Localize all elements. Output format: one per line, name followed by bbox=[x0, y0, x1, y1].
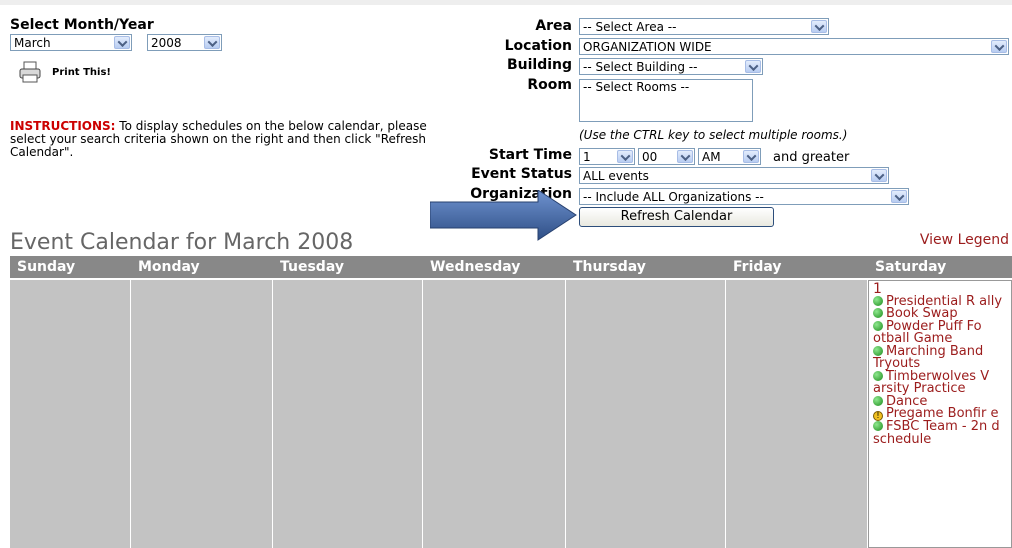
calendar-cell-empty bbox=[10, 280, 131, 548]
event-status-value: ALL events bbox=[583, 169, 649, 183]
room-listbox[interactable]: -- Select Rooms -- bbox=[579, 79, 753, 122]
calendar-cell-empty bbox=[131, 280, 273, 548]
day-header-monday: Monday bbox=[131, 256, 273, 278]
and-greater-text: and greater bbox=[773, 150, 850, 165]
printer-icon[interactable] bbox=[18, 60, 42, 84]
day-header-saturday: Saturday bbox=[868, 256, 1012, 278]
ampm-select[interactable]: AM bbox=[698, 148, 761, 165]
minute-value: 00 bbox=[642, 150, 658, 164]
room-value[interactable]: -- Select Rooms -- bbox=[583, 80, 689, 94]
room-label: Room bbox=[527, 77, 572, 93]
chevron-down-icon bbox=[991, 40, 1007, 53]
chevron-down-icon bbox=[677, 150, 693, 163]
refresh-calendar-button[interactable]: Refresh Calendar bbox=[579, 207, 774, 227]
calendar-cell-empty bbox=[726, 280, 868, 548]
event-text[interactable]: Timberwolves V arsity Practice bbox=[873, 369, 989, 397]
event-text[interactable]: Powder Puff Fo otball Game bbox=[873, 319, 982, 347]
chevron-down-icon bbox=[891, 190, 907, 203]
start-time-label: Start Time bbox=[488, 147, 572, 163]
area-label: Area bbox=[535, 18, 572, 34]
day-header-thursday: Thursday bbox=[566, 256, 726, 278]
month-year-label: Select Month/Year bbox=[10, 17, 154, 33]
month-select[interactable]: March bbox=[10, 34, 132, 51]
status-dot-icon bbox=[873, 345, 883, 356]
minute-select[interactable]: 00 bbox=[638, 148, 695, 165]
day-header-sunday: Sunday bbox=[10, 256, 131, 278]
location-select[interactable]: ORGANIZATION WIDE bbox=[579, 38, 1009, 55]
instructions: INSTRUCTIONS: To display schedules on th… bbox=[10, 120, 455, 159]
ampm-value: AM bbox=[702, 150, 721, 164]
hour-value: 1 bbox=[583, 150, 591, 164]
calendar-cell-empty bbox=[273, 280, 423, 548]
organization-value: -- Include ALL Organizations -- bbox=[583, 190, 764, 204]
chevron-down-icon bbox=[811, 20, 827, 33]
building-select[interactable]: -- Select Building -- bbox=[579, 58, 763, 75]
organization-select[interactable]: -- Include ALL Organizations -- bbox=[579, 188, 909, 205]
year-select[interactable]: 2008 bbox=[147, 34, 222, 51]
warning-icon: ! bbox=[873, 411, 883, 421]
event-text[interactable]: FSBC Team - 2n d schedule bbox=[873, 419, 1000, 447]
event-link[interactable]: Marching Band Tryouts bbox=[873, 344, 1007, 372]
top-divider bbox=[0, 0, 1012, 5]
status-dot-icon bbox=[873, 295, 883, 306]
room-hint: (Use the CTRL key to select multiple roo… bbox=[579, 128, 848, 142]
building-value: -- Select Building -- bbox=[583, 60, 698, 74]
day-header-tuesday: Tuesday bbox=[273, 256, 423, 278]
event-status-select[interactable]: ALL events bbox=[579, 167, 889, 184]
status-dot-icon bbox=[873, 308, 883, 318]
calendar-title: Event Calendar for March 2008 bbox=[10, 230, 354, 255]
area-value: -- Select Area -- bbox=[583, 20, 677, 34]
chevron-down-icon bbox=[871, 169, 887, 182]
event-status-label: Event Status bbox=[471, 166, 572, 182]
status-dot-icon bbox=[873, 320, 883, 331]
event-link[interactable]: Timberwolves V arsity Practice bbox=[873, 369, 1007, 397]
location-value: ORGANIZATION WIDE bbox=[583, 40, 712, 54]
arrow-icon bbox=[430, 190, 577, 241]
day-header-wednesday: Wednesday bbox=[423, 256, 566, 278]
status-dot-icon bbox=[873, 370, 883, 381]
event-text[interactable]: Marching Band Tryouts bbox=[873, 344, 983, 372]
month-value: March bbox=[14, 36, 51, 50]
view-legend-link[interactable]: View Legend bbox=[920, 232, 1009, 248]
status-dot-icon bbox=[873, 395, 883, 406]
chevron-down-icon bbox=[745, 60, 761, 73]
hour-select[interactable]: 1 bbox=[579, 148, 635, 165]
print-link[interactable]: Print This! bbox=[52, 67, 111, 78]
calendar-cell-empty bbox=[566, 280, 726, 548]
year-value: 2008 bbox=[151, 36, 182, 50]
chevron-down-icon bbox=[617, 150, 633, 163]
chevron-down-icon bbox=[743, 150, 759, 163]
building-label: Building bbox=[506, 57, 572, 73]
area-select[interactable]: -- Select Area -- bbox=[579, 18, 829, 35]
calendar-cell-empty bbox=[423, 280, 566, 548]
event-link[interactable]: FSBC Team - 2n d schedule bbox=[873, 419, 1007, 447]
status-dot-icon bbox=[873, 421, 883, 431]
location-label: Location bbox=[504, 38, 572, 54]
chevron-down-icon bbox=[204, 36, 220, 49]
day-header-friday: Friday bbox=[726, 256, 868, 278]
instructions-prefix: INSTRUCTIONS: bbox=[10, 119, 116, 133]
event-link[interactable]: Powder Puff Fo otball Game bbox=[873, 319, 1007, 347]
calendar-cell-saturday-1: 1 Presidential R ally Book Swap Powder P… bbox=[868, 280, 1012, 548]
chevron-down-icon bbox=[114, 36, 130, 49]
